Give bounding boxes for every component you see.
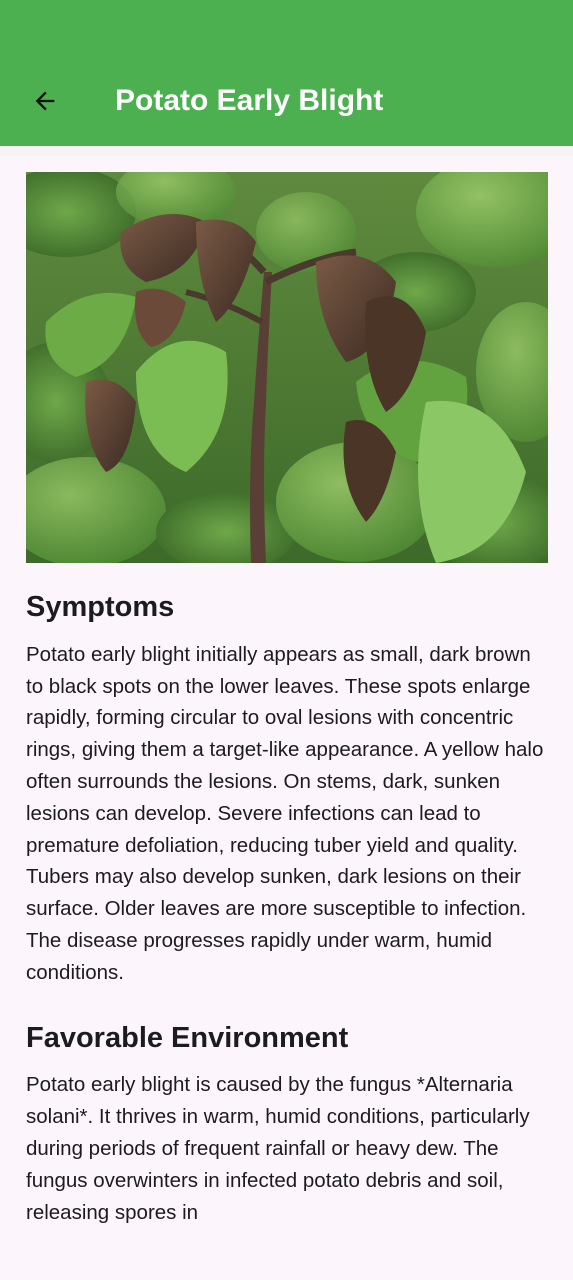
page-title: Potato Early Blight — [115, 84, 384, 117]
section-heading-environment: Favorable Environment — [26, 1021, 349, 1054]
disease-photo — [26, 172, 548, 563]
back-button[interactable] — [24, 80, 66, 122]
app-bar: Potato Early Blight — [0, 0, 573, 146]
section-heading-symptoms: Symptoms — [26, 591, 175, 623]
appbar-shadow — [0, 146, 573, 156]
arrow-left-icon — [35, 91, 55, 111]
section-body-environment: Potato early blight is caused by the fun… — [26, 1073, 530, 1224]
content: Symptoms Potato early blight initially a… — [26, 590, 548, 1260]
section-body-symptoms: Potato early blight initially appears as… — [26, 642, 544, 984]
